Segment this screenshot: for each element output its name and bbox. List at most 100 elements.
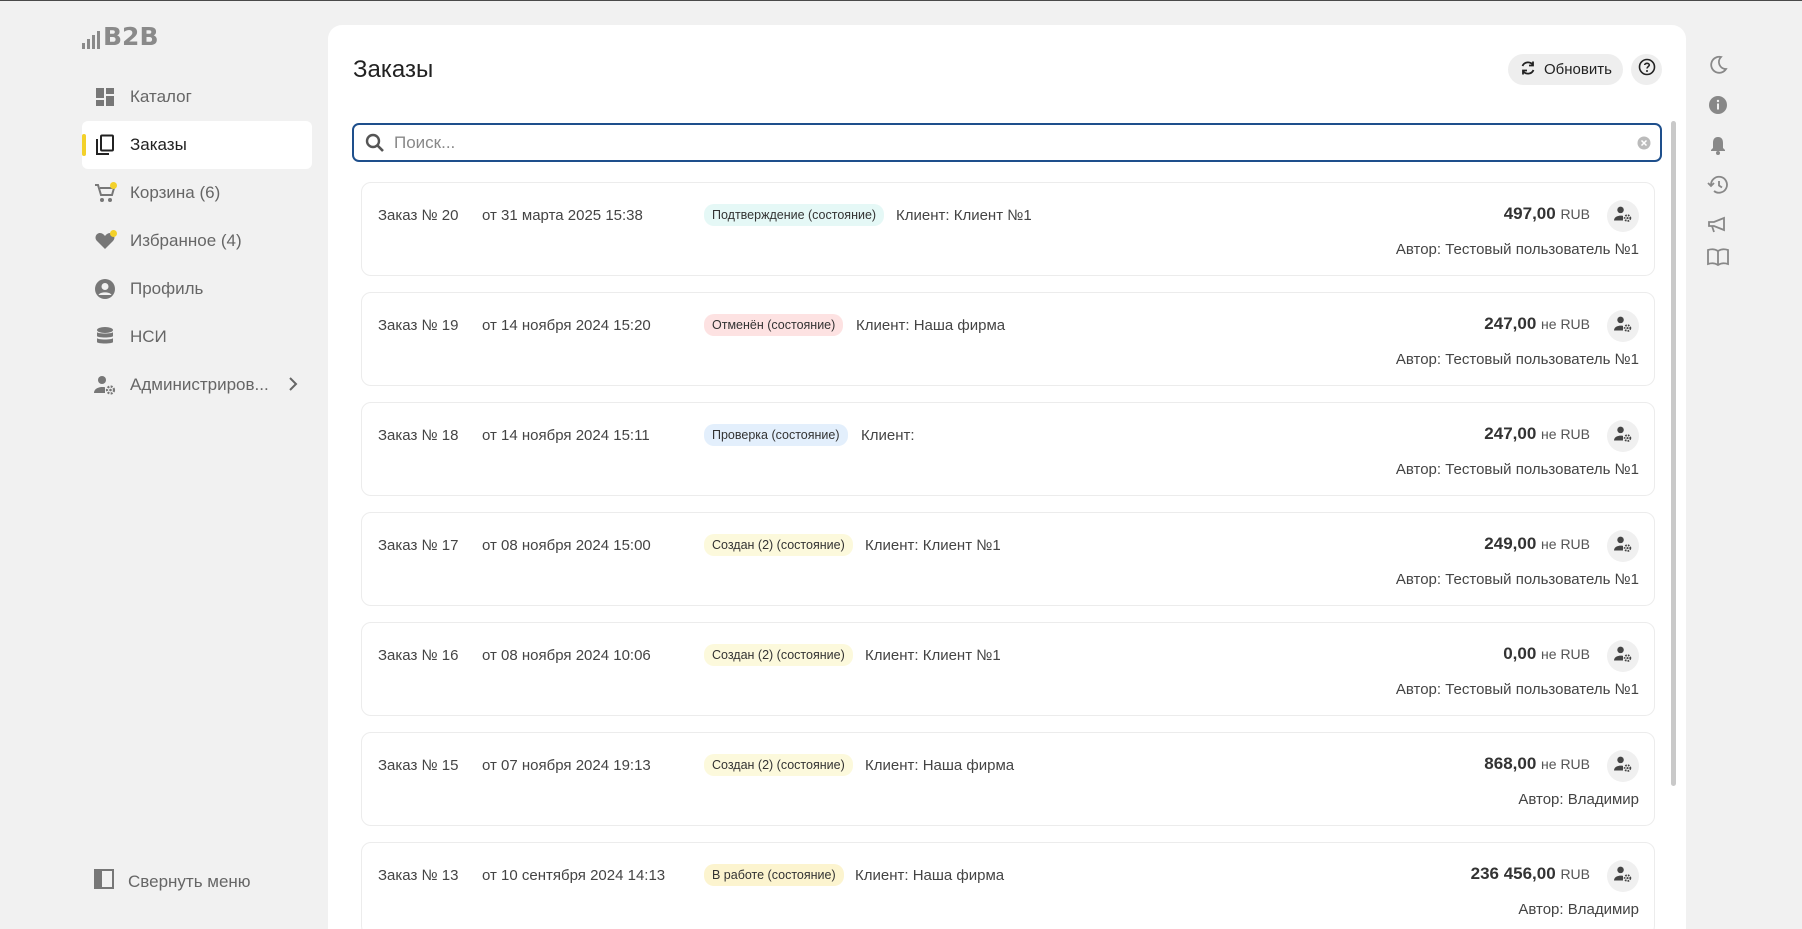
sidebar-item-admin[interactable]: Администриров... (82, 361, 312, 409)
user-gear-icon (1614, 205, 1632, 228)
sidebar-item-profile[interactable]: Профиль (82, 265, 312, 313)
order-number: Заказ № 20 (378, 207, 459, 224)
copy-icon (94, 134, 116, 156)
sidebar-item-favorites[interactable]: Избранное (4) (82, 217, 312, 265)
amount-value: 868,00 (1484, 754, 1537, 773)
status-badge: Создан (2) (состояние) (704, 754, 853, 776)
order-author: Автор: Тестовый пользователь №1 (1395, 571, 1639, 588)
order-card[interactable]: Заказ № 15 от 07 ноября 2024 19:13 Созда… (361, 732, 1655, 826)
sidebar-item-label: Избранное (4) (130, 231, 242, 250)
order-client: Клиент: Наша фирма (856, 317, 1006, 334)
logo-bars-icon (82, 27, 100, 49)
amount-currency: не RUB (1541, 756, 1590, 772)
megaphone-icon[interactable] (1706, 213, 1730, 237)
help-icon (1638, 58, 1656, 81)
order-card[interactable]: Заказ № 19 от 14 ноября 2024 15:20 Отмен… (361, 292, 1655, 386)
amount-currency: не RUB (1541, 316, 1590, 332)
database-icon (94, 326, 116, 348)
assign-user-button[interactable] (1607, 420, 1639, 452)
sidebar-item-catalog[interactable]: Каталог (82, 73, 312, 121)
chevron-right-icon (288, 376, 298, 397)
sidebar-item-label: Заказы (130, 135, 187, 154)
status-badge: Отменён (состояние) (704, 314, 844, 336)
order-author: Автор: Тестовый пользователь №1 (1395, 461, 1639, 478)
search-icon (364, 132, 386, 154)
book-icon[interactable] (1706, 245, 1730, 269)
clear-search-icon[interactable] (1636, 135, 1652, 151)
sidebar-item-nsi[interactable]: НСИ (82, 313, 312, 361)
help-button[interactable] (1631, 54, 1662, 85)
status-badge: Создан (2) (состояние) (704, 534, 853, 556)
assign-user-button[interactable] (1607, 860, 1639, 892)
order-client: Клиент: Клиент №1 (865, 537, 1001, 554)
account-circle-icon (94, 278, 116, 300)
order-amount: 236 456,00 RUB (1471, 864, 1590, 884)
moon-icon[interactable] (1706, 53, 1730, 77)
sidebar-item-label: Каталог (130, 87, 192, 106)
order-client: Клиент: Клиент №1 (865, 647, 1001, 664)
order-card[interactable]: Заказ № 13 от 10 сентября 2024 14:13 В р… (361, 842, 1655, 929)
refresh-icon (1520, 60, 1536, 79)
search-input[interactable] (394, 132, 1636, 153)
order-card[interactable]: Заказ № 17 от 08 ноября 2024 15:00 Созда… (361, 512, 1655, 606)
order-date: от 08 ноября 2024 15:00 (482, 537, 651, 554)
order-amount: 497,00 RUB (1504, 204, 1590, 224)
order-date: от 07 ноября 2024 19:13 (482, 757, 651, 774)
user-gear-icon (1614, 865, 1632, 888)
user-gear-icon (1614, 645, 1632, 668)
order-client: Клиент: Клиент №1 (896, 207, 1032, 224)
status-badge: Создан (2) (состояние) (704, 644, 853, 666)
order-number: Заказ № 18 (378, 427, 459, 444)
sidebar-item-label: НСИ (130, 327, 167, 346)
order-amount: 249,00 не RUB (1484, 534, 1590, 554)
collapse-menu-button[interactable]: Свернуть меню (94, 869, 251, 894)
amount-currency: не RUB (1541, 646, 1590, 662)
assign-user-button[interactable] (1607, 200, 1639, 232)
scrollbar[interactable] (1671, 121, 1676, 786)
amount-currency: не RUB (1541, 426, 1590, 442)
sidebar-item-cart[interactable]: Корзина (6) (82, 169, 312, 217)
sidebar-item-orders[interactable]: Заказы (82, 121, 312, 169)
order-date: от 10 сентября 2024 14:13 (482, 867, 666, 884)
order-client: Клиент: (861, 427, 915, 444)
order-date: от 31 марта 2025 15:38 (482, 207, 643, 224)
amount-currency: RUB (1560, 866, 1590, 882)
order-date: от 08 ноября 2024 10:06 (482, 647, 651, 664)
order-card[interactable]: Заказ № 16 от 08 ноября 2024 10:06 Созда… (361, 622, 1655, 716)
user-gear-icon (1614, 535, 1632, 558)
order-number: Заказ № 17 (378, 537, 459, 554)
sidebar-collapse-icon (94, 869, 114, 894)
status-badge: Проверка (состояние) (704, 424, 848, 446)
heart-icon (94, 230, 117, 252)
order-number: Заказ № 13 (378, 867, 459, 884)
amount-value: 247,00 (1484, 314, 1537, 333)
assign-user-button[interactable] (1607, 640, 1639, 672)
assign-user-button[interactable] (1607, 530, 1639, 562)
refresh-label: Обновить (1544, 61, 1612, 78)
status-badge: Подтверждение (состояние) (704, 204, 885, 226)
info-icon[interactable] (1706, 93, 1730, 117)
main-panel: Заказы Обновить Заказ № 20 от 31 марта 2… (328, 25, 1686, 929)
user-gear-icon (1614, 425, 1632, 448)
order-number: Заказ № 16 (378, 647, 459, 664)
assign-user-button[interactable] (1607, 750, 1639, 782)
refresh-button[interactable]: Обновить (1508, 54, 1623, 85)
order-card[interactable]: Заказ № 20 от 31 марта 2025 15:38 Подтве… (361, 182, 1655, 276)
collapse-menu-label: Свернуть меню (128, 871, 251, 891)
app-logo[interactable]: B2B (82, 24, 159, 49)
assign-user-button[interactable] (1607, 310, 1639, 342)
dashboard-icon (94, 86, 116, 108)
bell-icon[interactable] (1706, 133, 1730, 157)
history-icon[interactable] (1706, 173, 1730, 197)
user-gear-icon (1614, 315, 1632, 338)
order-client: Клиент: Наша фирма (865, 757, 1015, 774)
order-card[interactable]: Заказ № 18 от 14 ноября 2024 15:11 Прове… (361, 402, 1655, 496)
order-number: Заказ № 19 (378, 317, 459, 334)
amount-value: 0,00 (1503, 644, 1537, 663)
page-title: Заказы (353, 56, 434, 83)
order-amount: 247,00 не RUB (1484, 424, 1590, 444)
sidebar-item-label: Корзина (6) (130, 183, 221, 202)
amount-value: 236 456,00 (1470, 864, 1556, 883)
user-gear-icon (1614, 755, 1632, 778)
search-field[interactable] (352, 123, 1662, 162)
